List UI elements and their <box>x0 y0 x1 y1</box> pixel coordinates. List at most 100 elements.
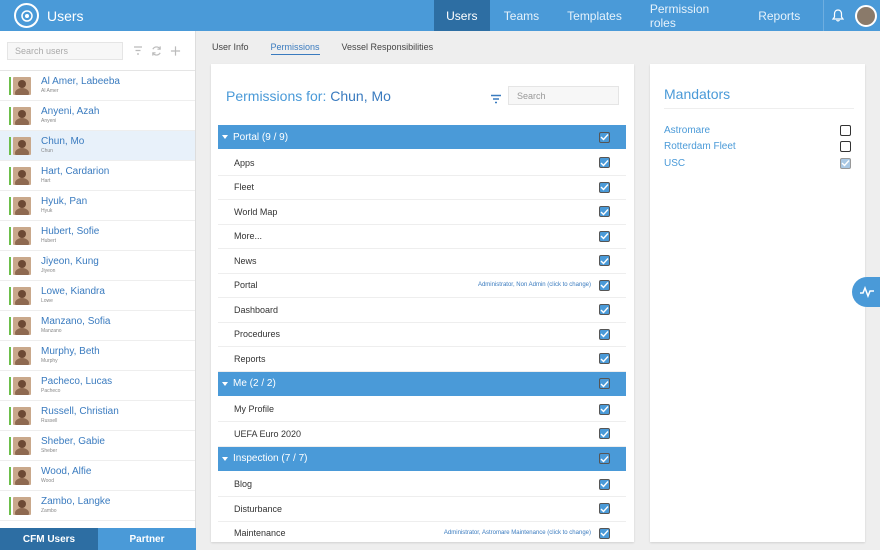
permission-checkbox[interactable] <box>599 428 610 440</box>
mandators-list: Astromare Rotterdam Fleet USC <box>664 122 851 172</box>
user-list-item[interactable]: Al Amer, Labeeba Al Amer <box>0 71 195 101</box>
user-list-item[interactable]: Zambo, Langke Zambo <box>0 491 195 521</box>
user-list-item[interactable]: Sheber, Gabie Sheber <box>0 431 195 461</box>
permission-row: Procedures <box>218 323 626 347</box>
user-list-item[interactable]: Jiyeon, Kung Jiyeon <box>0 251 195 281</box>
user-list-item-selected[interactable]: Chun, Mo Chun <box>0 131 195 161</box>
activity-pulse-button[interactable] <box>852 277 880 307</box>
user-list-item[interactable]: Russell, Christian Russell <box>0 401 195 431</box>
user-short-name: Al Amer <box>41 88 59 94</box>
permission-checkbox[interactable] <box>599 181 610 193</box>
nav-teams[interactable]: Teams <box>490 0 553 31</box>
user-list-item[interactable]: Wood, Alfie Wood <box>0 461 195 491</box>
notifications-bell-icon[interactable] <box>823 0 851 31</box>
user-short-name: Hart <box>41 178 51 184</box>
mandator-checkbox[interactable] <box>840 124 851 136</box>
user-short-name: Zambo <box>41 508 57 514</box>
user-short-name: Manzano <box>41 328 62 334</box>
group-row-inspection[interactable]: Inspection (7 / 7) <box>218 446 626 471</box>
caret-down-icon[interactable] <box>222 135 228 139</box>
permission-checkbox[interactable] <box>599 157 610 169</box>
mandator-checkbox[interactable] <box>840 157 851 169</box>
permission-checkbox[interactable] <box>599 527 610 539</box>
mandator-checkbox[interactable] <box>840 141 851 153</box>
group-row-me[interactable]: Me (2 / 2) <box>218 371 626 396</box>
user-name: Murphy, Beth <box>41 346 100 357</box>
permission-checkbox[interactable] <box>599 206 610 218</box>
permission-row: News <box>218 249 626 274</box>
user-list: Al Amer, Labeeba Al Amer Anyeni, Azah Anye… <box>0 71 195 528</box>
group-checkbox[interactable] <box>599 453 610 464</box>
permission-checkbox[interactable] <box>599 230 610 242</box>
nav-permission-roles[interactable]: Permission roles <box>636 0 744 31</box>
permissions-panel: Permissions for: Chun, Mo Portal (9 / 9)… <box>211 64 634 542</box>
user-name: Wood, Alfie <box>41 466 92 477</box>
mandator-item: USC <box>664 155 851 172</box>
role-change-link[interactable]: Administrator, Non Admin (click to chang… <box>478 282 591 288</box>
permission-row: My Profile <box>218 398 626 422</box>
user-list-item[interactable]: Hubert, Sofie Hubert <box>0 221 195 251</box>
current-user-avatar[interactable] <box>852 0 880 31</box>
permission-row: Apps <box>218 151 626 176</box>
caret-down-icon[interactable] <box>222 381 228 386</box>
status-bar <box>9 136 11 155</box>
refresh-icon[interactable] <box>151 45 162 56</box>
user-search-input[interactable] <box>7 41 123 60</box>
add-user-icon[interactable] <box>170 45 181 56</box>
group-label: Portal (9 / 9) <box>233 131 289 143</box>
permission-checkbox[interactable] <box>599 304 610 316</box>
user-list-item[interactable]: Lowe, Kiandra Lowe <box>0 281 195 311</box>
app-logo-icon[interactable] <box>14 3 39 28</box>
tab-permissions[interactable]: Permissions <box>270 42 320 55</box>
user-short-name: Murphy <box>41 358 58 364</box>
mandator-label[interactable]: Astromare <box>664 125 710 136</box>
user-short-name: Wood <box>41 478 54 484</box>
user-short-name: Pacheco <box>41 388 61 394</box>
avatar <box>13 196 31 215</box>
avatar <box>13 376 31 395</box>
user-list-item[interactable]: Murphy, Beth Murphy <box>0 341 195 371</box>
mandators-panel: Mandators Astromare Rotterdam Fleet USC <box>650 64 865 542</box>
group-row-portal[interactable]: Portal (9 / 9) <box>218 125 626 149</box>
mandator-label[interactable]: USC <box>664 158 685 169</box>
status-bar <box>9 316 11 335</box>
nav-reports[interactable]: Reports <box>744 0 814 31</box>
permission-checkbox[interactable] <box>599 328 610 340</box>
user-name: Al Amer, Labeeba <box>41 76 120 87</box>
user-list-item[interactable]: Anyeni, Azah Anyeni <box>0 101 195 131</box>
permission-checkbox[interactable] <box>599 478 610 490</box>
mandator-label[interactable]: Rotterdam Fleet <box>664 141 736 152</box>
permission-checkbox[interactable] <box>599 279 610 291</box>
permission-checkbox[interactable] <box>599 503 610 515</box>
permission-checkbox[interactable] <box>599 255 610 267</box>
group-checkbox[interactable] <box>599 131 610 143</box>
status-bar <box>9 256 11 275</box>
permission-label: World Map <box>234 206 278 217</box>
user-list-item[interactable]: Hart, Cardarion Hart <box>0 161 195 191</box>
user-list-item[interactable]: Pacheco, Lucas Pacheco <box>0 371 195 401</box>
user-name: Zambo, Langke <box>41 496 111 507</box>
caret-down-icon[interactable] <box>222 456 228 461</box>
role-change-link[interactable]: Administrator, Astromare Maintenance (cl… <box>444 530 591 536</box>
user-short-name: Hyuk <box>41 208 53 214</box>
user-list-item[interactable]: Manzano, Sofia Manzano <box>0 311 195 341</box>
filter-icon[interactable] <box>490 91 502 104</box>
tab-user-info[interactable]: User Info <box>212 42 249 55</box>
permission-checkbox[interactable] <box>599 403 610 415</box>
filter-icon[interactable] <box>132 45 143 56</box>
permission-row: More... <box>218 225 626 249</box>
group-checkbox[interactable] <box>599 378 610 389</box>
permission-row: Blog <box>218 473 626 497</box>
tab-partner[interactable]: Partner <box>98 528 196 550</box>
permissions-title-prefix: Permissions for: <box>226 88 331 104</box>
permissions-search-input[interactable] <box>508 86 619 105</box>
status-bar <box>9 436 11 455</box>
user-list-item[interactable]: Hyuk, Pan Hyuk <box>0 191 195 221</box>
nav-templates[interactable]: Templates <box>553 0 636 31</box>
permission-row: Disturbance <box>218 497 626 522</box>
permission-checkbox[interactable] <box>599 353 610 365</box>
nav-users[interactable]: Users <box>433 0 490 31</box>
tab-vessel-responsibilities[interactable]: Vessel Responsibilities <box>342 42 434 55</box>
tab-cfm-users[interactable]: CFM Users <box>0 528 98 550</box>
permission-label: Portal <box>234 280 258 291</box>
